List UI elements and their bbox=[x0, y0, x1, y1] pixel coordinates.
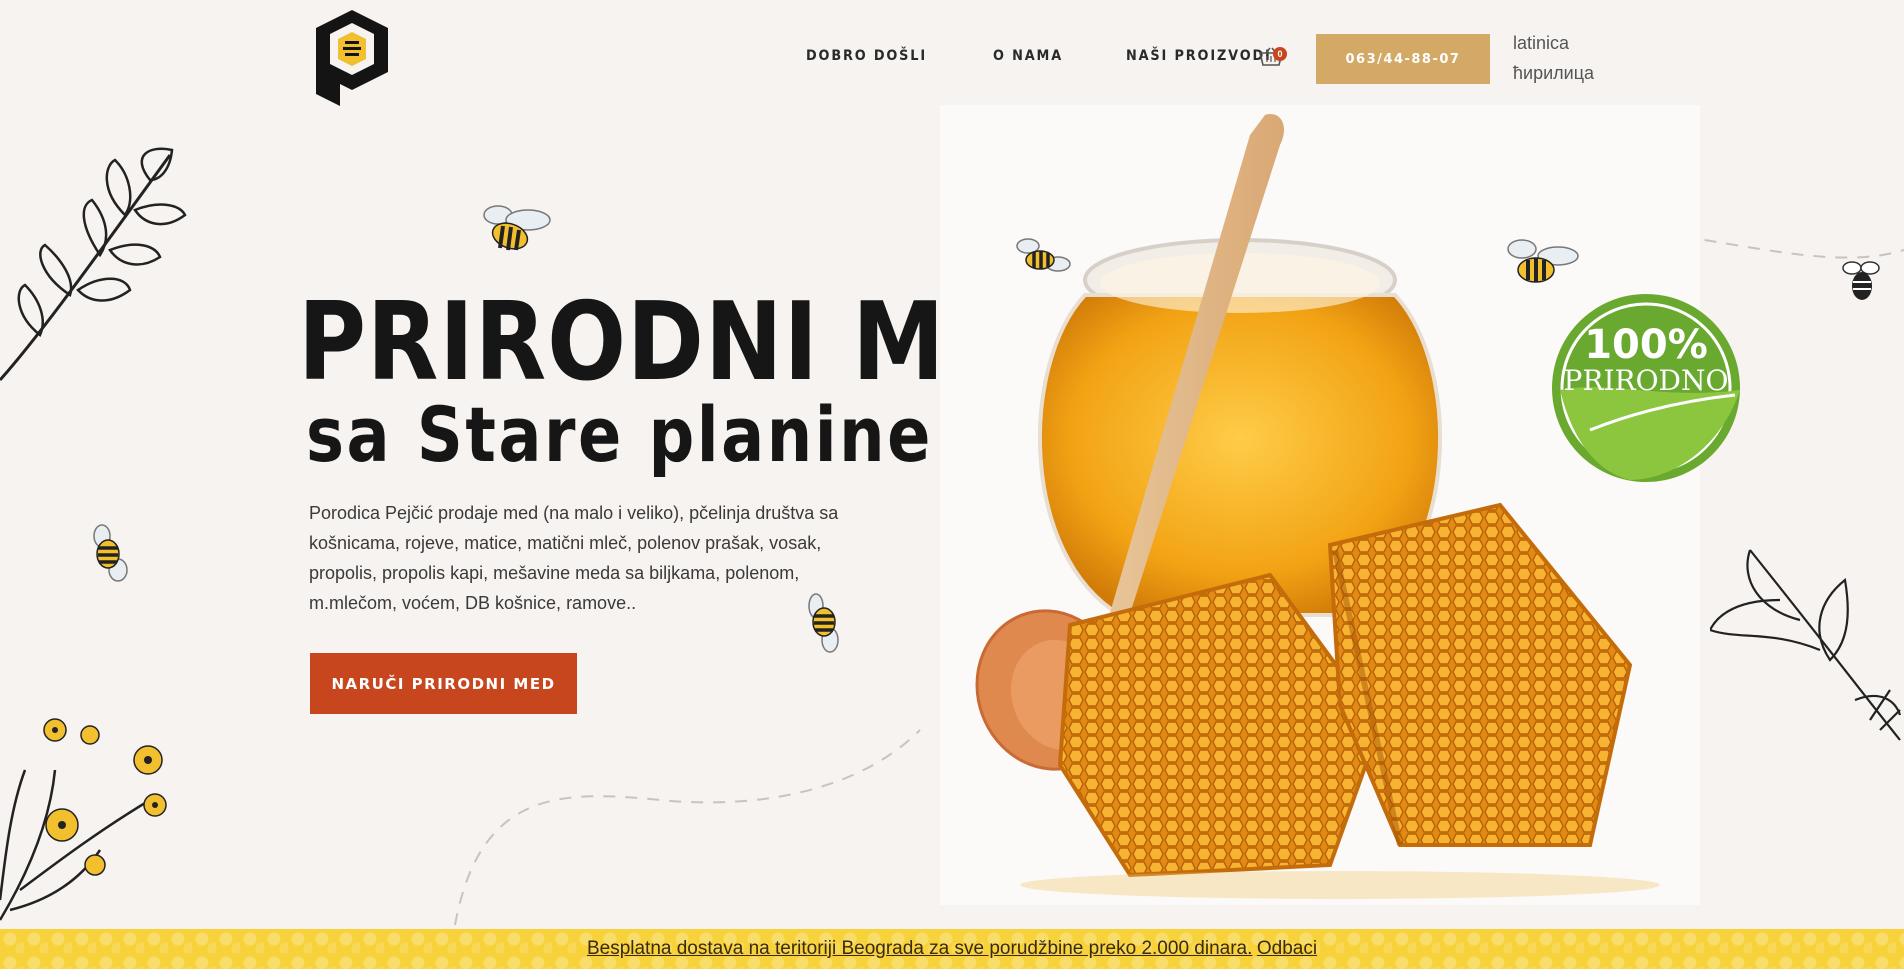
bee-icon bbox=[93, 524, 128, 582]
shipping-notice-bar: Besplatna dostava na teritoriji Beograda… bbox=[0, 929, 1904, 969]
phone-button[interactable]: 063/44-88-07 bbox=[1316, 34, 1490, 84]
badge-percent: 100% bbox=[1584, 322, 1708, 368]
hero-description: Porodica Pejčić prodaje med (na malo i v… bbox=[309, 503, 839, 613]
bee-icon bbox=[1507, 239, 1579, 283]
leaf-branch-illustration bbox=[0, 147, 187, 381]
dismiss-notice-link[interactable]: Odbaci bbox=[1257, 938, 1317, 959]
bee-icon bbox=[483, 205, 551, 251]
site-logo[interactable] bbox=[310, 10, 394, 106]
bee-icon bbox=[1016, 238, 1071, 272]
honey-product-image bbox=[940, 105, 1700, 905]
order-honey-button[interactable]: NARUČI PRIRODNI MED bbox=[310, 653, 577, 714]
flower-illustration bbox=[0, 718, 167, 921]
hero-subtitle: sa Stare planine bbox=[306, 390, 933, 479]
natural-badge: 100% PRIRODNO bbox=[1552, 294, 1740, 482]
shipping-notice-text: Besplatna dostava na teritoriji Beograda… bbox=[586, 938, 1253, 959]
bee-icon bbox=[1842, 261, 1880, 300]
bee-icon bbox=[808, 593, 839, 653]
nav-o-nama[interactable]: O NAMA bbox=[993, 48, 1063, 64]
nav-nasi-proizvodi[interactable]: NAŠI PROIZVODI bbox=[1126, 48, 1272, 64]
nav-dobro-dosli[interactable]: DOBRO DOŠLI bbox=[806, 48, 927, 64]
lang-latinica-link[interactable]: latinica bbox=[1513, 33, 1569, 54]
badge-label: PRIRODNO bbox=[1564, 364, 1729, 397]
lang-cyrillic-link[interactable]: ћирилица bbox=[1513, 63, 1594, 84]
cart-count-badge: 0 bbox=[1273, 47, 1287, 61]
